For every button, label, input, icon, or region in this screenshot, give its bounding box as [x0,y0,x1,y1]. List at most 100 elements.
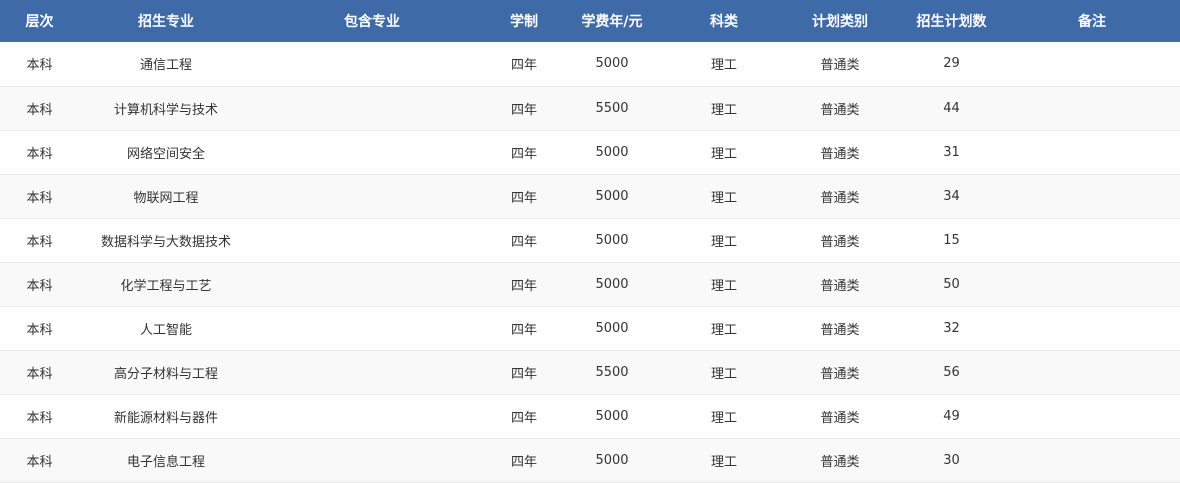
cell-plan-type: 普通类 [820,190,860,206]
cell-category: 理工 [710,146,737,162]
cell-included-majors [253,218,491,262]
cell-plan-type: 普通类 [820,278,860,294]
admission-plan-table: 层次 招生专业 包含专业 学制 学费年/元 科类 计划类别 招生计划数 备注 本… [0,0,1180,483]
cell-level: 本科 [26,234,53,250]
cell-plan-type: 普通类 [820,102,860,118]
cell-plan-type: 普通类 [820,146,860,162]
cell-major: 人工智能 [139,322,192,338]
col-header-plan-count: 招生计划数 [916,14,987,30]
table-row: 本科 计算机科学与技术 四年 5500 理工 普通类 44 [0,86,1180,130]
table-row: 本科 数据科学与大数据技术 四年 5000 理工 普通类 15 [0,218,1180,262]
cell-level: 本科 [26,190,53,206]
cell-plan-count: 56 [943,364,960,380]
cell-plan-count: 34 [943,188,960,204]
cell-duration: 四年 [510,278,537,294]
cell-level: 本科 [26,366,53,382]
cell-remarks [1004,130,1180,174]
col-header-plan-type: 计划类别 [812,14,868,30]
cell-remarks [1004,86,1180,130]
cell-plan-count: 44 [943,100,960,116]
cell-tuition: 5000 [595,188,629,204]
col-header-level: 层次 [25,14,54,30]
cell-included-majors [253,350,491,394]
cell-level: 本科 [26,146,53,162]
cell-level: 本科 [26,102,53,118]
cell-plan-type: 普通类 [820,410,860,426]
cell-tuition: 5000 [595,408,629,424]
cell-duration: 四年 [510,410,537,426]
cell-remarks [1004,262,1180,306]
cell-duration: 四年 [510,366,537,382]
cell-included-majors [253,130,491,174]
cell-included-majors [253,394,491,438]
cell-duration: 四年 [510,322,537,338]
cell-major: 化学工程与工艺 [120,278,212,294]
cell-included-majors [253,86,491,130]
col-header-remarks: 备注 [1078,14,1106,30]
cell-tuition: 5000 [595,232,629,248]
cell-tuition: 5000 [595,320,629,336]
cell-major: 数据科学与大数据技术 [100,234,231,250]
table-body: 本科 通信工程 四年 5000 理工 普通类 29 本科 计算机科学与技术 四年… [0,42,1180,482]
cell-level: 本科 [26,58,53,74]
cell-duration: 四年 [510,234,537,250]
cell-remarks [1004,438,1180,482]
cell-category: 理工 [710,102,737,118]
cell-category: 理工 [710,366,737,382]
cell-level: 本科 [26,410,53,426]
cell-level: 本科 [26,278,53,294]
cell-major: 新能源材料与器件 [113,410,218,426]
cell-duration: 四年 [510,102,537,118]
cell-plan-count: 29 [943,56,960,72]
cell-included-majors [253,438,491,482]
col-header-tuition: 学费年/元 [581,14,643,30]
cell-plan-type: 普通类 [820,234,860,250]
table-row: 本科 通信工程 四年 5000 理工 普通类 29 [0,42,1180,86]
cell-included-majors [253,42,491,86]
cell-duration: 四年 [510,454,537,470]
col-header-major: 招生专业 [138,14,194,30]
cell-remarks [1004,350,1180,394]
cell-plan-count: 31 [943,144,960,160]
cell-level: 本科 [26,322,53,338]
cell-tuition: 5000 [595,56,629,72]
cell-category: 理工 [710,322,737,338]
cell-plan-type: 普通类 [820,58,860,74]
cell-remarks [1004,218,1180,262]
cell-tuition: 5500 [595,364,629,380]
cell-plan-type: 普通类 [820,454,860,470]
cell-duration: 四年 [510,146,537,162]
cell-major: 计算机科学与技术 [113,102,218,118]
col-header-category: 科类 [710,14,738,30]
cell-major: 通信工程 [139,58,192,74]
cell-tuition: 5000 [595,144,629,160]
table-row: 本科 物联网工程 四年 5000 理工 普通类 34 [0,174,1180,218]
cell-duration: 四年 [510,58,537,74]
cell-remarks [1004,174,1180,218]
cell-category: 理工 [710,234,737,250]
cell-plan-count: 49 [943,408,960,424]
cell-category: 理工 [710,58,737,74]
cell-remarks [1004,42,1180,86]
table-row: 本科 化学工程与工艺 四年 5000 理工 普通类 50 [0,262,1180,306]
cell-tuition: 5500 [595,100,629,116]
col-header-duration: 学制 [510,14,538,30]
cell-remarks [1004,394,1180,438]
cell-major: 电子信息工程 [126,454,205,470]
cell-major: 物联网工程 [133,190,199,206]
table-row: 本科 高分子材料与工程 四年 5500 理工 普通类 56 [0,350,1180,394]
cell-plan-type: 普通类 [820,366,860,382]
col-header-included-majors: 包含专业 [344,14,400,30]
cell-plan-type: 普通类 [820,322,860,338]
cell-category: 理工 [710,454,737,470]
table-row: 本科 电子信息工程 四年 5000 理工 普通类 30 [0,438,1180,482]
table-row: 本科 网络空间安全 四年 5000 理工 普通类 31 [0,130,1180,174]
cell-plan-count: 30 [943,452,960,468]
cell-category: 理工 [710,278,737,294]
cell-included-majors [253,306,491,350]
table-row: 本科 人工智能 四年 5000 理工 普通类 32 [0,306,1180,350]
cell-major: 高分子材料与工程 [113,366,218,382]
table-header-row: 层次 招生专业 包含专业 学制 学费年/元 科类 计划类别 招生计划数 备注 [0,0,1180,42]
cell-duration: 四年 [510,190,537,206]
cell-tuition: 5000 [595,452,629,468]
